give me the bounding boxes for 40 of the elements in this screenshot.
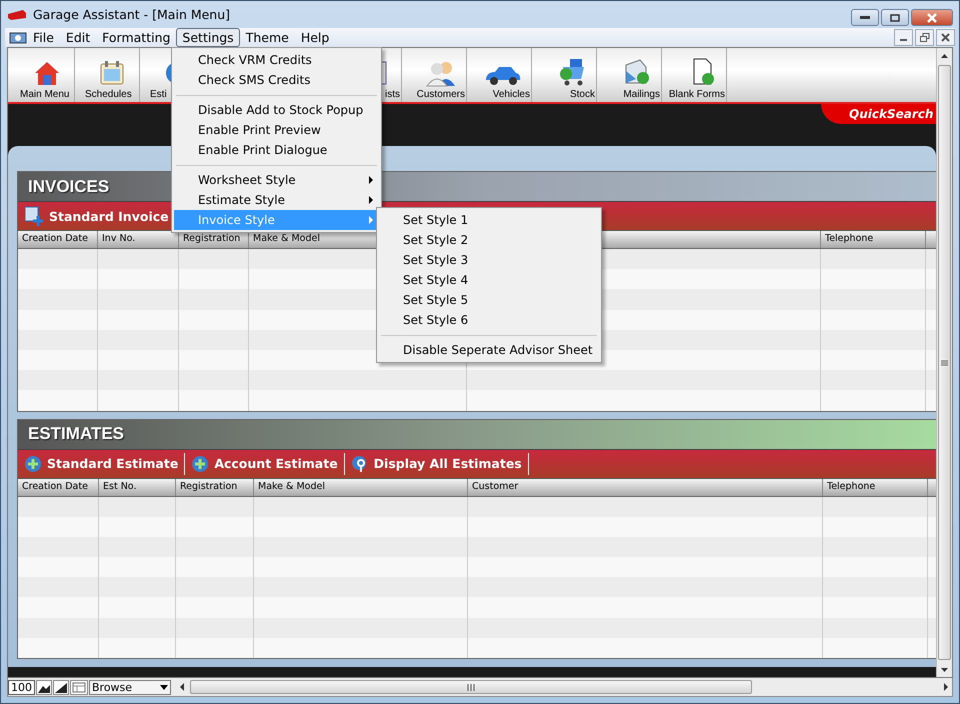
column-header[interactable]: Telephone: [822, 478, 927, 496]
menu-item[interactable]: Set Style 3: [379, 250, 599, 270]
action-button[interactable]: Account Estimate: [189, 452, 345, 474]
action-button[interactable]: Display All Estimates: [348, 452, 529, 474]
panel-title: ESTIMATES: [28, 424, 124, 444]
menu-item[interactable]: Check VRM Credits: [174, 50, 379, 70]
quick-search-tab[interactable]: QuickSearch: [821, 104, 936, 124]
menu-item[interactable]: Disable Seperate Advisor Sheet: [379, 340, 599, 360]
menu-item[interactable]: Disable Add to Stock Popup: [174, 100, 379, 120]
menu-item[interactable]: Check SMS Credits: [174, 70, 379, 90]
column-header[interactable]: Make & Model: [253, 478, 467, 496]
toolbar-button[interactable]: Vehicles: [467, 48, 532, 102]
menu-item[interactable]: File: [27, 28, 60, 47]
menu-item[interactable]: Edit: [60, 28, 96, 47]
column-header[interactable]: Est No.: [98, 478, 175, 496]
toolbar-button[interactable]: Customers: [402, 48, 467, 102]
zoom-level: 100: [8, 680, 35, 694]
menu-item[interactable]: Worksheet Style: [174, 170, 379, 190]
menu-item[interactable]: Settings: [176, 28, 240, 47]
column-header[interactable]: Telephone: [820, 231, 925, 248]
toolbar-button[interactable]: Blank Forms: [662, 48, 727, 102]
menu-item[interactable]: Theme: [240, 28, 295, 47]
menu-item[interactable]: Set Style 1: [379, 210, 599, 230]
action-button[interactable]: Standard Estimate: [22, 452, 186, 474]
column-header[interactable]: Creation Date: [18, 231, 97, 248]
menu-item[interactable]: Help: [294, 28, 336, 47]
menu-item[interactable]: Enable Print Dialogue: [174, 140, 379, 160]
menu-item[interactable]: Formatting: [96, 28, 176, 47]
menu-item[interactable]: Enable Print Preview: [174, 120, 379, 140]
window-title: Garage Assistant - [Main Menu]: [33, 7, 230, 22]
menu-item[interactable]: Set Style 5: [379, 290, 599, 310]
column-header[interactable]: Creation Date: [18, 478, 98, 496]
toolbar-button[interactable]: Mailings: [597, 48, 662, 102]
mode-dropdown[interactable]: Browse: [89, 680, 171, 694]
column-header[interactable]: Registration: [175, 478, 253, 496]
panel-title: INVOICES: [28, 176, 110, 196]
toolbar-button[interactable]: Main Menu: [10, 48, 75, 102]
toolbar-button[interactable]: Stock: [532, 48, 597, 102]
column-header[interactable]: Customer: [467, 478, 822, 496]
toolbar-button[interactable]: Schedules: [75, 48, 140, 102]
